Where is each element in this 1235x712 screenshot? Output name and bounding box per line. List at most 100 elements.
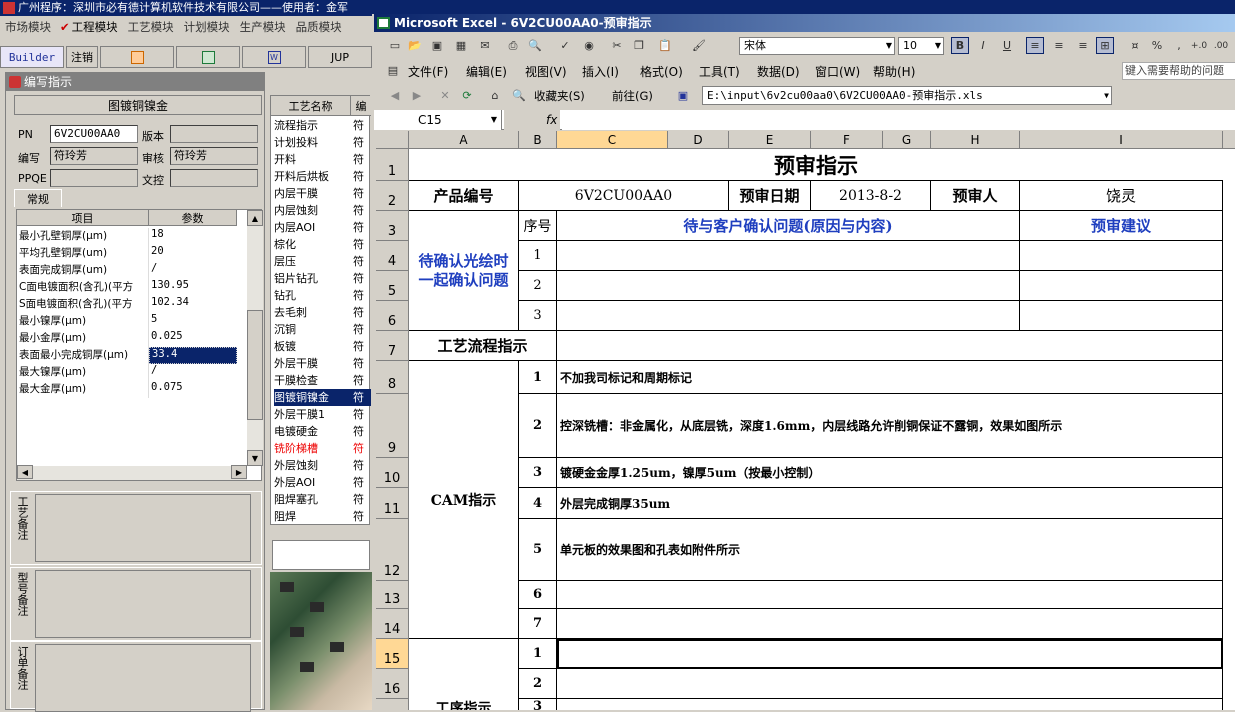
row-header-2[interactable]: 2 (376, 181, 409, 211)
permission-icon[interactable]: ▦ (452, 37, 470, 54)
reviewer-label[interactable]: 预审人 (931, 181, 1020, 211)
review-date-label[interactable]: 预审日期 (729, 181, 811, 211)
cam-text-cell[interactable] (557, 609, 1223, 639)
process-flow-cell[interactable] (557, 331, 1223, 361)
menu-tools[interactable]: 工具(T) (699, 63, 740, 80)
param-value[interactable]: 102.34 (149, 296, 237, 313)
param-row[interactable]: 表面完成铜厚(um) / (17, 262, 237, 279)
new-file-icon[interactable]: ▭ (386, 37, 404, 54)
row-header-3[interactable]: 3 (376, 211, 409, 241)
logout-button[interactable]: 注销 (66, 46, 98, 68)
advice-header[interactable]: 预审建议 (1020, 211, 1223, 241)
excel-button[interactable] (176, 46, 240, 68)
process-list-item[interactable]: 棕化 符 (274, 236, 371, 253)
col-header-b[interactable]: B (519, 131, 557, 149)
process-list-item[interactable]: 内层干膜 符 (274, 185, 371, 202)
comma-icon[interactable]: , (1170, 37, 1188, 54)
bold-icon[interactable]: B (951, 37, 969, 54)
param-value[interactable]: 130.95 (149, 279, 237, 296)
process-list-item[interactable]: 外层蚀刻 符 (274, 457, 371, 474)
cam-text-cell[interactable] (557, 581, 1223, 609)
print-icon[interactable]: ⎙ (504, 37, 522, 54)
menu-format[interactable]: 格式(O) (640, 63, 683, 80)
row-header-12[interactable]: 12 (376, 519, 409, 581)
process-list-item[interactable]: 计划投料 符 (274, 134, 371, 151)
address-bar[interactable]: E:\input\6v2cu00aa0\6V2CU00AA0-预审指示.xls … (702, 86, 1112, 105)
param-row[interactable]: 最小镍厚(μm) 5 (17, 313, 237, 330)
name-box[interactable]: C15 ▼ (374, 110, 502, 130)
row-header-10[interactable]: 10 (376, 458, 409, 488)
jup-button[interactable]: JUP (308, 46, 372, 68)
help-search-input[interactable]: 键入需要帮助的问题 (1122, 62, 1235, 80)
menu-market[interactable]: 市场模块 (0, 19, 56, 35)
copy-icon[interactable]: ❐ (630, 37, 648, 54)
cam-seq-cell[interactable]: 5 (519, 519, 557, 581)
step-seq-cell[interactable]: 2 (519, 669, 557, 699)
menu-view[interactable]: 视图(V) (525, 63, 567, 80)
param-value[interactable]: 0.025 (149, 330, 237, 347)
show-only-web-toolbar-icon[interactable]: ▣ (674, 87, 692, 104)
decrease-decimal-icon[interactable]: .00 (1212, 37, 1230, 54)
process-list-item[interactable]: 开料后烘板 符 (274, 168, 371, 185)
favorites-menu[interactable]: 收藏夹(S) (534, 88, 585, 104)
process-list-item[interactable]: 铝片钻孔 符 (274, 270, 371, 287)
home-icon[interactable]: ⌂ (486, 87, 504, 104)
cam-text-cell[interactable]: 不加我司标记和周期标记 (557, 361, 1223, 394)
step-seq-cell[interactable]: 3 (519, 699, 557, 710)
menu-file[interactable]: 文件(F) (408, 63, 448, 80)
process-list-item[interactable]: 板镀 符 (274, 338, 371, 355)
review-date-value[interactable]: 2013-8-2 (811, 181, 931, 211)
process-list-item[interactable]: 干膜检查 符 (274, 372, 371, 389)
menu-data[interactable]: 数据(D) (757, 63, 800, 80)
step-text-cell[interactable] (557, 669, 1223, 699)
confirm-advice-cell[interactable] (1020, 301, 1223, 331)
merge-center-icon[interactable]: ⊞ (1096, 37, 1114, 54)
process-list-item[interactable]: 铣阶梯槽 符 (274, 440, 371, 457)
product-no-value[interactable]: 6V2CU00AA0 (519, 181, 729, 211)
process-list-item[interactable]: 阻焊塞孔 符 (274, 491, 371, 508)
step-label[interactable]: 工序指示 (409, 639, 519, 710)
cam-text-cell[interactable]: 单元板的效果图和孔表如附件所示 (557, 519, 1223, 581)
menu-insert[interactable]: 插入(I) (582, 63, 619, 80)
process-list-item[interactable]: 外层干膜 符 (274, 355, 371, 372)
col-header-f[interactable]: F (811, 131, 883, 149)
product-no-label[interactable]: 产品编号 (409, 181, 519, 211)
print-preview-icon[interactable]: 🔍 (526, 37, 544, 54)
col-header-g[interactable]: G (883, 131, 931, 149)
scroll-thumb[interactable] (247, 310, 263, 420)
row-header-17[interactable] (376, 699, 409, 710)
back-icon[interactable]: ◀ (386, 87, 404, 104)
tab-regular[interactable]: 常规 (14, 189, 62, 207)
issue-header[interactable]: 待与客户确认问题(原因与内容) (557, 211, 1020, 241)
builder-button[interactable]: Builder (0, 46, 64, 68)
confirm-seq-cell[interactable]: 3 (519, 301, 557, 331)
row-header-6[interactable]: 6 (376, 301, 409, 331)
cam-seq-cell[interactable]: 7 (519, 609, 557, 639)
menu-production[interactable]: 生产模块 (235, 19, 291, 35)
menu-plan[interactable]: 计划模块 (179, 19, 235, 35)
sheet-title[interactable]: 预审指示 (409, 149, 1223, 181)
process-list-item[interactable]: 电镀硬金 符 (274, 423, 371, 440)
menu-engineering[interactable]: 工程模块 (72, 19, 123, 35)
stop-icon[interactable]: ✕ (436, 87, 454, 104)
underline-icon[interactable]: U (998, 37, 1016, 54)
row-header-14[interactable]: 14 (376, 609, 409, 639)
sheet-menu-icon[interactable]: ▤ (384, 62, 402, 79)
param-value[interactable]: 0.075 (149, 381, 237, 398)
param-row[interactable]: C面电镀面积(含孔)(平方 130.95 (17, 279, 237, 296)
col-header-item[interactable]: 项目 (17, 210, 149, 225)
cam-seq-cell[interactable]: 3 (519, 458, 557, 488)
save-icon[interactable]: ▣ (428, 37, 446, 54)
row-header-9[interactable]: 9 (376, 394, 409, 458)
version-field[interactable] (170, 125, 258, 143)
seq-label[interactable]: 序号 (519, 211, 557, 241)
col-header-h[interactable]: H (931, 131, 1020, 149)
refresh-icon[interactable]: ⟳ (458, 87, 476, 104)
confirm-seq-cell[interactable]: 1 (519, 241, 557, 271)
fx-icon[interactable]: fx (504, 110, 560, 130)
param-value[interactable]: / (149, 262, 237, 279)
process-note-textarea[interactable] (35, 494, 251, 562)
process-list-item[interactable]: 沉铜 符 (274, 321, 371, 338)
grid-vertical-scrollbar[interactable]: ▲ ▼ (247, 210, 263, 466)
pn-field[interactable]: 6V2CU00AA0 (50, 125, 138, 143)
